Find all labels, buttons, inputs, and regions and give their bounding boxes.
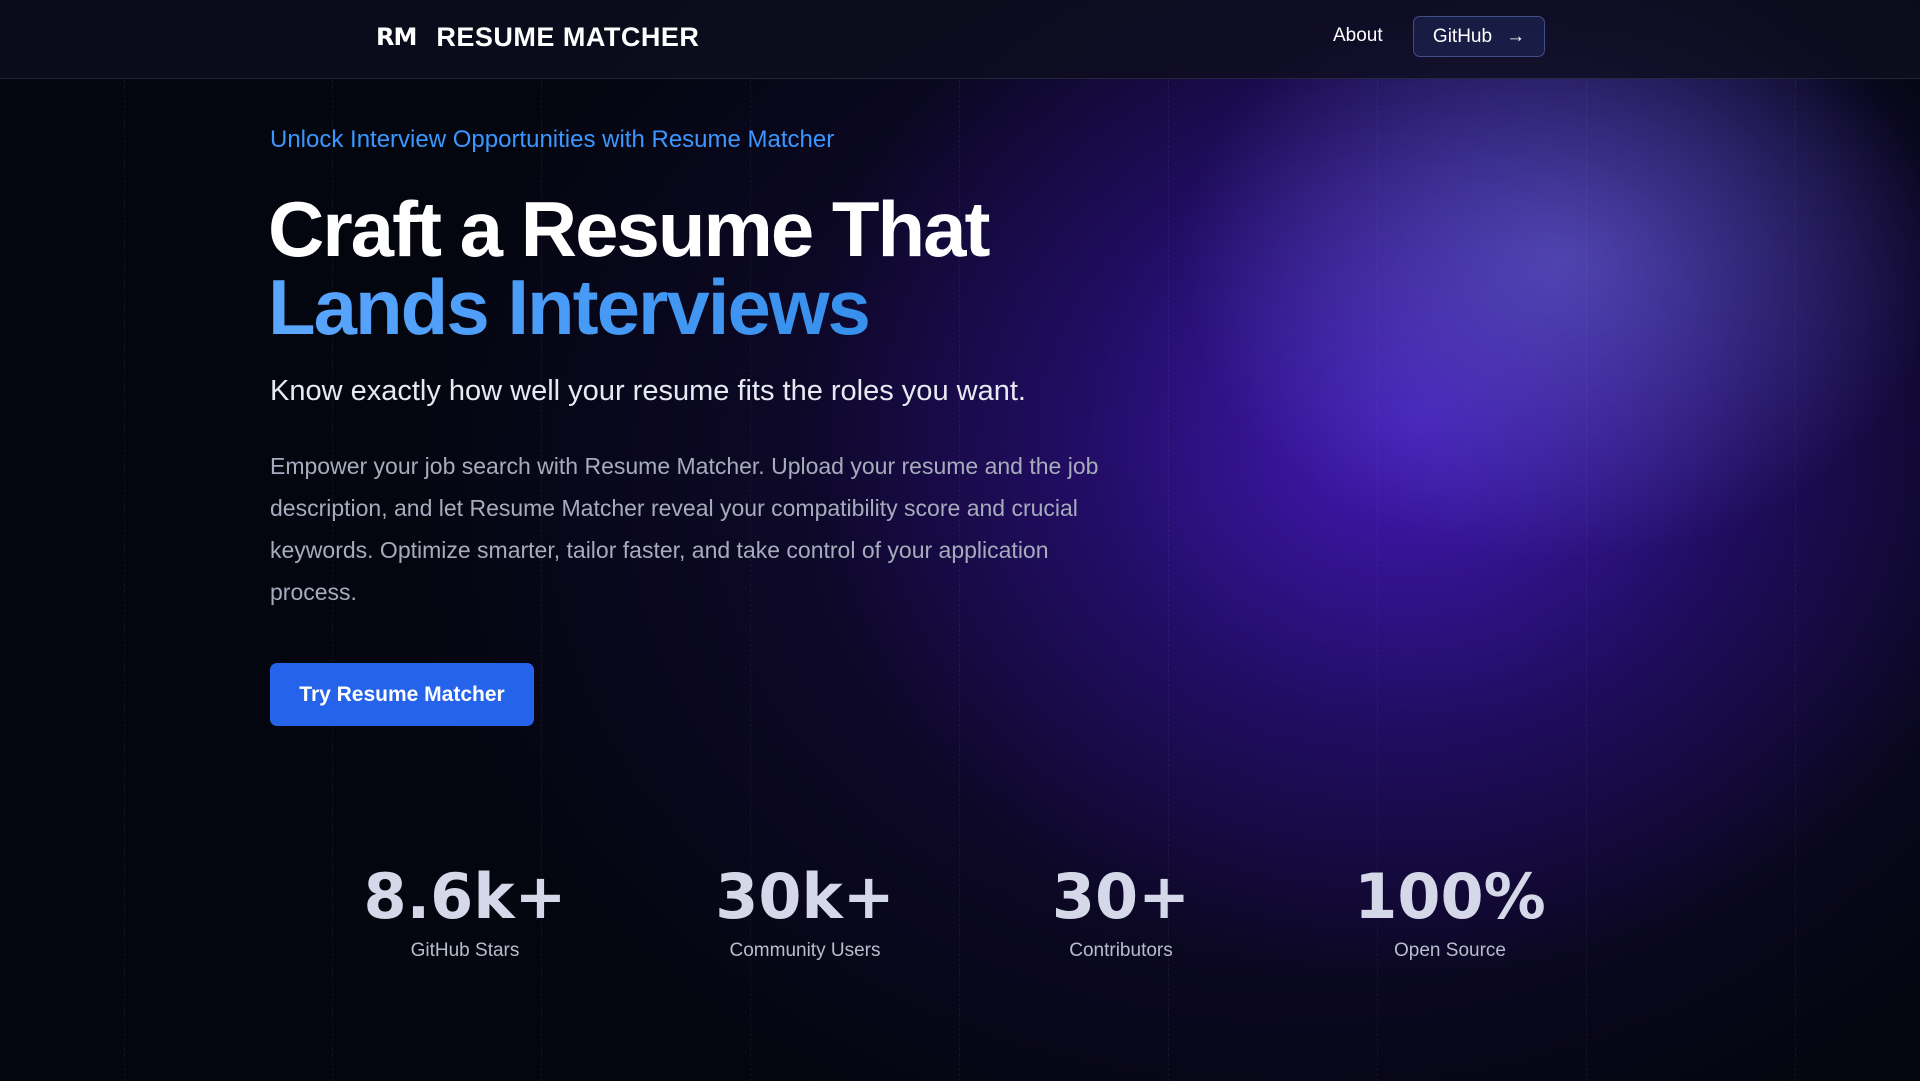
stat-community-users: 30k+ Community Users (655, 860, 955, 962)
try-resume-matcher-button[interactable]: Try Resume Matcher (270, 663, 534, 726)
landing-page: RM RESUME MATCHER About GitHub → Unlock … (0, 0, 1920, 1081)
hero-subheading: Know exactly how well your resume fits t… (270, 375, 1026, 407)
stat-open-source: 100% Open Source (1300, 860, 1600, 962)
logo-text: RESUME MATCHER (436, 21, 700, 52)
github-button-label: GitHub (1432, 25, 1493, 47)
stat-label: Open Source (1394, 940, 1506, 961)
arrow-right-icon: → (1506, 26, 1526, 47)
github-button[interactable]: GitHub → (1413, 16, 1545, 57)
stat-value: 30+ (1051, 860, 1191, 933)
stat-github-stars: 8.6k+ GitHub Stars (315, 860, 615, 962)
hero-headline: Craft a Resume That Lands Interviews (268, 185, 991, 346)
stat-label: Contributors (1069, 940, 1173, 961)
headline-line-1: Craft a Resume That (268, 185, 991, 273)
logo[interactable]: RM RESUME MATCHER (376, 22, 699, 52)
stat-value: 100% (1354, 860, 1546, 933)
hero-eyebrow: Unlock Interview Opportunities with Resu… (270, 126, 835, 153)
headline-line-2: Lands Interviews (268, 268, 989, 346)
hero-description: Empower your job search with Resume Matc… (270, 453, 1099, 605)
stat-label: Community Users (729, 940, 881, 961)
nav-about-link[interactable]: About (1333, 25, 1383, 47)
stat-value: 8.6k+ (363, 860, 567, 933)
top-nav-bar: RM RESUME MATCHER About GitHub → (0, 0, 1920, 79)
logo-mark: RM (376, 23, 417, 51)
stat-label: GitHub Stars (410, 940, 520, 961)
stat-contributors: 30+ Contributors (971, 860, 1271, 962)
stat-value: 30k+ (715, 860, 895, 933)
